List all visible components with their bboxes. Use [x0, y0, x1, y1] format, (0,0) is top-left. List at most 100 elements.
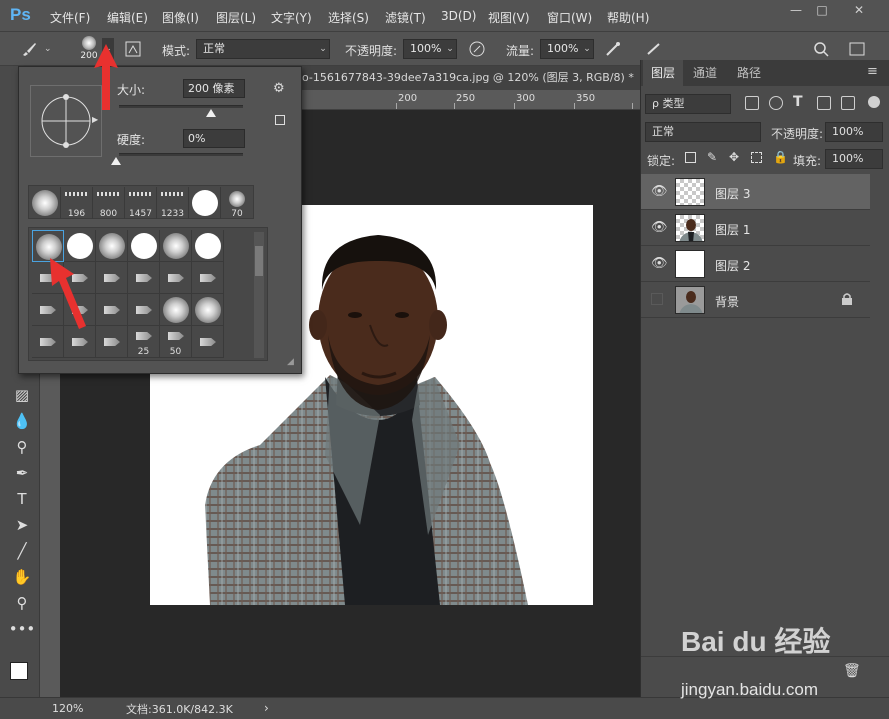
line-tool-icon[interactable]: ╱	[10, 540, 34, 562]
layer-name[interactable]: 图层 1	[715, 221, 750, 238]
flow-dropdown-icon[interactable]: ⌄	[580, 39, 594, 59]
brush-preset-soft-round[interactable]	[192, 294, 224, 326]
foreground-color-swatch[interactable]	[10, 662, 28, 680]
menu-layer[interactable]: 图层(L)	[216, 9, 256, 26]
preset-scrollbar[interactable]	[254, 232, 264, 358]
layer-filter-select[interactable]: ρ 类型	[645, 94, 731, 114]
maximize-button[interactable]: □	[811, 3, 833, 17]
layer-row[interactable]: 👁 图层 3	[641, 174, 870, 210]
brush-preset-tip[interactable]: 50	[160, 326, 192, 358]
menu-help[interactable]: 帮助(H)	[607, 9, 649, 26]
brush-preset-tip[interactable]	[96, 262, 128, 294]
menu-select[interactable]: 选择(S)	[328, 9, 369, 26]
visibility-eye-icon[interactable]: 👁	[651, 221, 668, 235]
status-menu-arrow-icon[interactable]: ›	[264, 701, 269, 715]
preset-scroll-thumb[interactable]	[255, 246, 263, 276]
pressure-opacity-icon[interactable]	[468, 40, 486, 58]
layer-name[interactable]: 图层 2	[715, 257, 750, 274]
layer-row[interactable]: 背景	[641, 282, 870, 318]
brush-preset-tip[interactable]	[96, 326, 128, 358]
layer-row[interactable]: 👁 图层 1	[641, 210, 870, 246]
delete-layer-icon[interactable]: 🗑	[843, 663, 861, 679]
visibility-eye-icon[interactable]: 👁	[651, 185, 668, 199]
dodge-tool-icon[interactable]: ⚲	[10, 436, 34, 458]
recent-brush[interactable]	[29, 187, 61, 219]
lock-artboard-icon[interactable]	[751, 152, 762, 163]
tab-layers[interactable]: 图层	[643, 60, 684, 86]
hardness-field[interactable]: 0%	[183, 129, 245, 148]
layer-row[interactable]: 👁 图层 2	[641, 246, 870, 282]
brush-tool-icon[interactable]	[20, 40, 38, 58]
menu-file[interactable]: 文件(F)	[50, 9, 90, 26]
menu-3d[interactable]: 3D(D)	[441, 9, 476, 23]
recent-brush[interactable]: 70	[221, 187, 253, 219]
tab-paths[interactable]: 路径	[729, 60, 769, 86]
smart-object-filter-icon[interactable]	[841, 96, 855, 110]
menu-filter[interactable]: 滤镜(T)	[385, 9, 426, 26]
pen-tool-icon[interactable]: ✒	[10, 462, 34, 484]
brush-preset-hard-round[interactable]	[128, 230, 160, 262]
airbrush-icon[interactable]	[604, 40, 622, 58]
brush-preset-tip[interactable]	[192, 262, 224, 294]
mode-select[interactable]: 正常	[196, 39, 330, 59]
brush-preset-tip[interactable]	[64, 326, 96, 358]
zoom-tool-icon[interactable]: ⚲	[10, 592, 34, 614]
search-icon[interactable]	[812, 40, 830, 58]
adjustment-filter-icon[interactable]	[769, 96, 783, 110]
type-filter-icon[interactable]: T	[793, 94, 803, 110]
brush-preset-tip[interactable]	[96, 294, 128, 326]
layer-name[interactable]: 背景	[715, 293, 739, 310]
close-button[interactable]: ✕	[848, 3, 870, 17]
blend-mode-select[interactable]: 正常	[645, 122, 761, 142]
brush-preset-tip[interactable]	[160, 262, 192, 294]
recent-brush[interactable]: 1457	[125, 187, 157, 219]
brush-preset-soft-round[interactable]	[160, 294, 192, 326]
settings-gear-icon[interactable]: ⚙	[273, 81, 285, 96]
recent-brush[interactable]: 1233	[157, 187, 189, 219]
recent-brush[interactable]: 196	[61, 187, 93, 219]
size-slider[interactable]	[119, 105, 243, 108]
brush-preset-hard-round[interactable]	[192, 230, 224, 262]
size-slider-thumb[interactable]	[206, 109, 216, 117]
opacity-dropdown-icon[interactable]: ⌄	[443, 39, 457, 59]
fill-field[interactable]: 100%	[825, 149, 883, 169]
workspace-icon[interactable]	[848, 40, 866, 58]
brush-preset-tip[interactable]: 25	[128, 326, 160, 358]
zoom-field[interactable]: 120%	[44, 700, 94, 718]
brush-preset-tip[interactable]	[128, 262, 160, 294]
brush-preset-soft-round[interactable]	[160, 230, 192, 262]
menu-type[interactable]: 文字(Y)	[271, 9, 312, 26]
layer-opacity-field[interactable]: 100%	[825, 122, 883, 142]
recent-brush[interactable]: 800	[93, 187, 125, 219]
lock-all-icon[interactable]: 🔒	[773, 150, 788, 164]
filter-toggle-icon[interactable]	[868, 96, 880, 108]
hand-tool-icon[interactable]: ✋	[10, 566, 34, 588]
visibility-toggle-off[interactable]	[651, 293, 663, 305]
lock-transparent-icon[interactable]	[685, 152, 696, 163]
layer-name[interactable]: 图层 3	[715, 185, 750, 202]
hardness-slider[interactable]	[119, 153, 243, 156]
resize-grip-icon[interactable]: ◢	[287, 357, 294, 367]
brush-preset-tip[interactable]	[192, 326, 224, 358]
lock-pixels-icon[interactable]: ✎	[707, 150, 717, 164]
brush-panel-icon[interactable]	[124, 40, 142, 58]
paint-bucket-tool-icon[interactable]: ▨	[10, 384, 34, 406]
tab-channels[interactable]: 通道	[685, 60, 725, 86]
pixel-filter-icon[interactable]	[745, 96, 759, 110]
panel-menu-icon[interactable]: ≡	[867, 64, 878, 79]
brush-preset-tip[interactable]	[128, 294, 160, 326]
minimize-button[interactable]: —	[785, 3, 807, 17]
brush-preset-tip[interactable]	[32, 326, 64, 358]
document-tab[interactable]: o-1561677843-39dee7a319ca.jpg @ 120% (图层…	[296, 66, 640, 90]
blur-tool-icon[interactable]: 💧	[10, 410, 34, 432]
lock-position-icon[interactable]: ✥	[729, 150, 739, 164]
menu-image[interactable]: 图像(I)	[162, 9, 199, 26]
type-tool-icon[interactable]: T	[10, 488, 34, 510]
size-field[interactable]: 200 像素	[183, 79, 245, 98]
recent-brush[interactable]	[189, 187, 221, 219]
hardness-slider-thumb[interactable]	[111, 157, 121, 165]
visibility-eye-icon[interactable]: 👁	[651, 257, 668, 271]
brush-preset-soft-round[interactable]	[96, 230, 128, 262]
menu-edit[interactable]: 编辑(E)	[107, 9, 148, 26]
menu-window[interactable]: 窗口(W)	[547, 9, 592, 26]
